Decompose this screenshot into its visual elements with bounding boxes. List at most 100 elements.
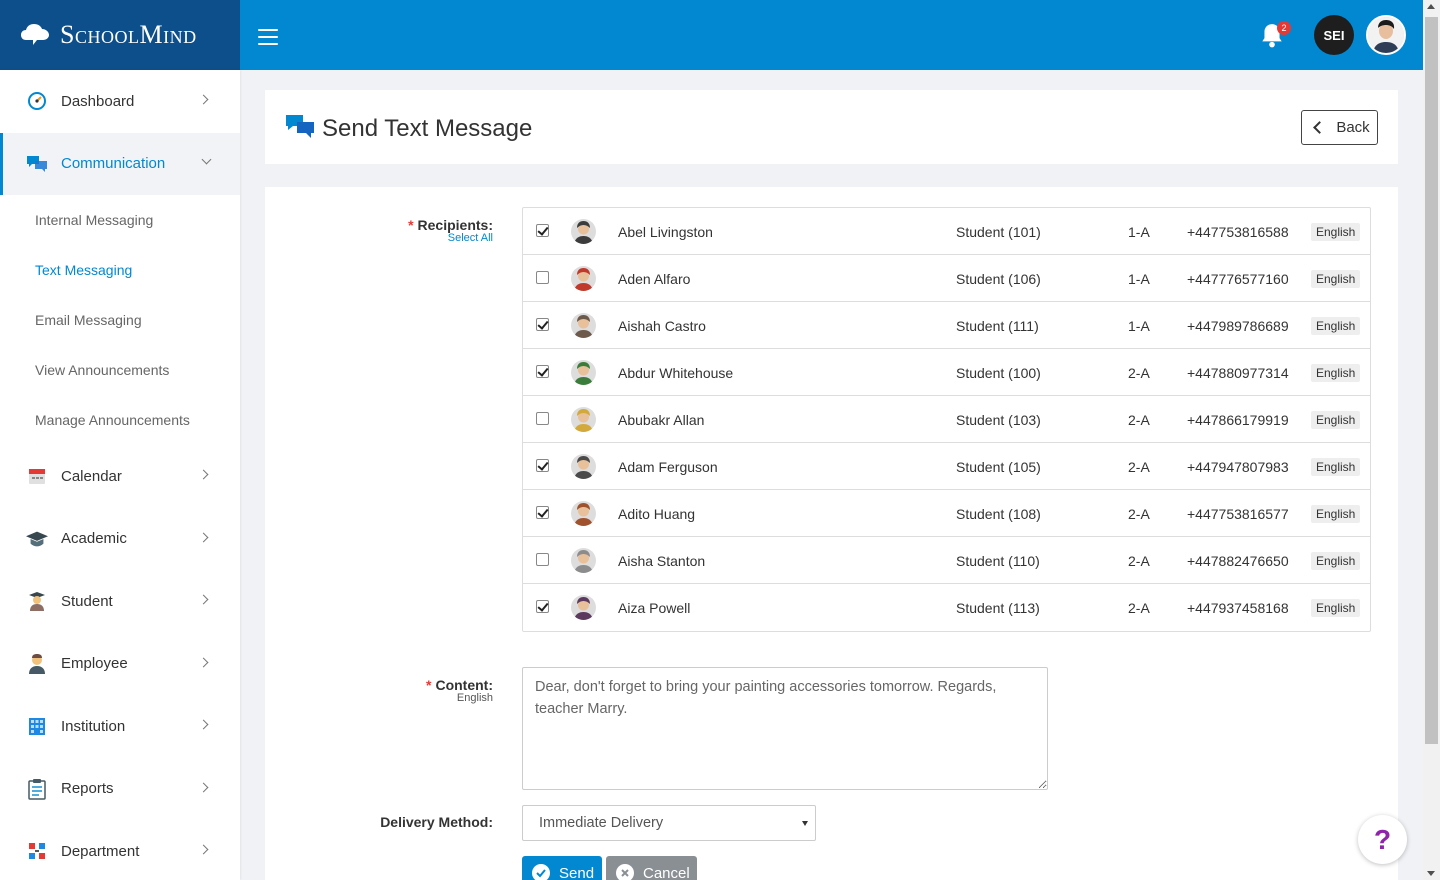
recipient-type: Student (110) <box>956 553 1040 569</box>
sidebar-subitem-internal-messaging[interactable]: Internal Messaging <box>0 195 240 245</box>
sidebar-item-reports[interactable]: Reports <box>0 758 240 821</box>
help-button[interactable]: ? <box>1358 815 1407 864</box>
brain-cloud-icon <box>21 24 49 45</box>
content-textarea[interactable]: Dear, don't forget to bring your paintin… <box>522 667 1048 790</box>
recipient-class: 2-A <box>1128 553 1150 569</box>
scroll-thumb[interactable] <box>1425 17 1438 744</box>
sidebar-item-label: Calendar <box>61 467 122 485</box>
recipient-name: Abubakr Allan <box>618 412 705 428</box>
notification-badge: 2 <box>1277 21 1291 35</box>
sidebar-item-academic[interactable]: Academic <box>0 508 240 571</box>
recipient-checkbox[interactable] <box>536 506 549 519</box>
send-text-form: * Recipients: Select All Abel Livingston S… <box>265 187 1398 880</box>
clipboard-icon <box>26 778 48 800</box>
recipient-row[interactable]: Adam Ferguson Student (105) 2-A +4479478079… <box>523 443 1370 490</box>
recipient-checkbox[interactable] <box>536 553 549 566</box>
recipient-row[interactable]: Aishah Castro Student (111) 1-A +4479897866… <box>523 302 1370 349</box>
recipient-language-badge: English <box>1311 270 1361 288</box>
recipient-phone: +447753816588 <box>1187 224 1289 240</box>
sidebar-subitem-manage-announcements[interactable]: Manage Announcements <box>0 395 240 445</box>
recipient-checkbox[interactable] <box>536 318 549 331</box>
sidebar-item-label: Dashboard <box>61 92 135 110</box>
employee-icon <box>26 653 48 675</box>
recipient-row[interactable]: Aisha Stanton Student (110) 2-A +4478824766… <box>523 537 1370 584</box>
recipients-table: Abel Livingston Student (101) 1-A +44775381… <box>522 207 1371 632</box>
delivery-method-label: Delivery Method: <box>380 814 493 830</box>
recipient-row[interactable]: Adito Huang Student (108) 2-A +447753816577… <box>523 490 1370 537</box>
recipients-label: * Recipients: Select All <box>408 217 493 244</box>
recipient-language-badge: English <box>1311 223 1361 241</box>
recipient-name: Aiza Powell <box>618 600 691 616</box>
recipient-type: Student (101) <box>956 224 1041 240</box>
caret-down-icon <box>802 821 808 826</box>
recipient-avatar <box>571 266 596 291</box>
recipient-type: Student (108) <box>956 506 1041 522</box>
sidebar-subitem-email-messaging[interactable]: Email Messaging <box>0 295 240 345</box>
recipient-class: 2-A <box>1128 459 1150 475</box>
sidebar-item-communication[interactable]: Communication <box>0 132 240 195</box>
logo[interactable]: SchoolMind <box>0 0 240 70</box>
chevron-left-icon <box>1313 121 1327 134</box>
sidebar-subitem-text-messaging[interactable]: Text Messaging <box>0 245 240 295</box>
back-button-label: Back <box>1336 119 1370 136</box>
user-initials-avatar[interactable]: SEI <box>1314 15 1354 55</box>
user-avatar[interactable] <box>1366 15 1406 55</box>
recipient-checkbox[interactable] <box>536 412 549 425</box>
building-icon <box>26 715 48 737</box>
select-all-link[interactable]: Select All <box>408 233 493 244</box>
sidebar-item-label: Student <box>61 592 113 610</box>
recipient-checkbox[interactable] <box>536 600 549 613</box>
chevron-right-icon <box>198 469 209 480</box>
menu-toggle-icon[interactable] <box>258 29 278 45</box>
chevron-right-icon <box>198 94 209 105</box>
recipient-type: Student (100) <box>956 365 1041 381</box>
recipient-class: 1-A <box>1128 224 1150 240</box>
top-bar: SchoolMind 2 SEI <box>0 0 1423 70</box>
recipient-name: Abdur Whitehouse <box>618 365 734 381</box>
send-button[interactable]: Send <box>522 856 602 880</box>
delivery-method-select[interactable]: Immediate Delivery <box>522 805 816 841</box>
calendar-icon <box>26 465 48 487</box>
sidebar: Dashboard Communication Internal Messagi… <box>0 70 240 880</box>
sidebar-subitem-view-announcements[interactable]: View Announcements <box>0 345 240 395</box>
sidebar-item-student[interactable]: Student <box>0 570 240 633</box>
sidebar-item-label: Institution <box>61 717 126 735</box>
recipients-label-text: Recipients: <box>417 217 493 233</box>
chevron-right-icon <box>198 719 209 730</box>
scroll-up-arrow-icon[interactable] <box>1427 4 1435 9</box>
recipient-phone: +447937458168 <box>1187 600 1289 616</box>
recipient-avatar <box>571 313 596 338</box>
recipient-row[interactable]: Abubakr Allan Student (103) 2-A +4478661799… <box>523 396 1370 443</box>
recipient-checkbox[interactable] <box>536 224 549 237</box>
back-button[interactable]: Back <box>1301 110 1378 145</box>
chevron-right-icon <box>198 532 209 542</box>
send-button-label: Send <box>559 864 595 880</box>
cancel-button[interactable]: Cancel <box>606 856 697 880</box>
scroll-down-arrow-icon[interactable] <box>1427 871 1435 876</box>
chevron-right-icon <box>198 782 209 792</box>
recipient-checkbox[interactable] <box>536 271 549 284</box>
sidebar-item-employee[interactable]: Employee <box>0 633 240 696</box>
check-circle-icon <box>532 864 550 880</box>
sidebar-item-department[interactable]: Department <box>0 820 240 880</box>
content-label-text: Content: <box>435 677 493 693</box>
sidebar-item-dashboard[interactable]: Dashboard <box>0 70 240 133</box>
recipient-row[interactable]: Aiza Powell Student (113) 2-A +447937458168… <box>523 584 1370 631</box>
recipient-class: 2-A <box>1128 365 1150 381</box>
sidebar-item-institution[interactable]: Institution <box>0 695 240 758</box>
recipient-checkbox[interactable] <box>536 365 549 378</box>
recipient-language-badge: English <box>1311 364 1361 382</box>
sidebar-item-calendar[interactable]: Calendar <box>0 445 240 508</box>
page-title: Send Text Message <box>322 115 533 142</box>
sidebar-item-label: Employee <box>61 655 128 673</box>
sidebar-item-label: Department <box>61 842 140 860</box>
dashboard-gauge-icon <box>26 90 48 112</box>
recipient-row[interactable]: Abel Livingston Student (101) 1-A +44775381… <box>523 208 1370 255</box>
recipient-row[interactable]: Abdur Whitehouse Student (100) 2-A +4478809… <box>523 349 1370 396</box>
page-scrollbar[interactable] <box>1423 0 1440 880</box>
recipient-class: 2-A <box>1128 412 1150 428</box>
brand-name: SchoolMind <box>60 20 197 49</box>
sidebar-item-label: Academic <box>61 530 127 548</box>
recipient-checkbox[interactable] <box>536 459 549 472</box>
recipient-row[interactable]: Aden Alfaro Student (106) 1-A +447776577160… <box>523 255 1370 302</box>
